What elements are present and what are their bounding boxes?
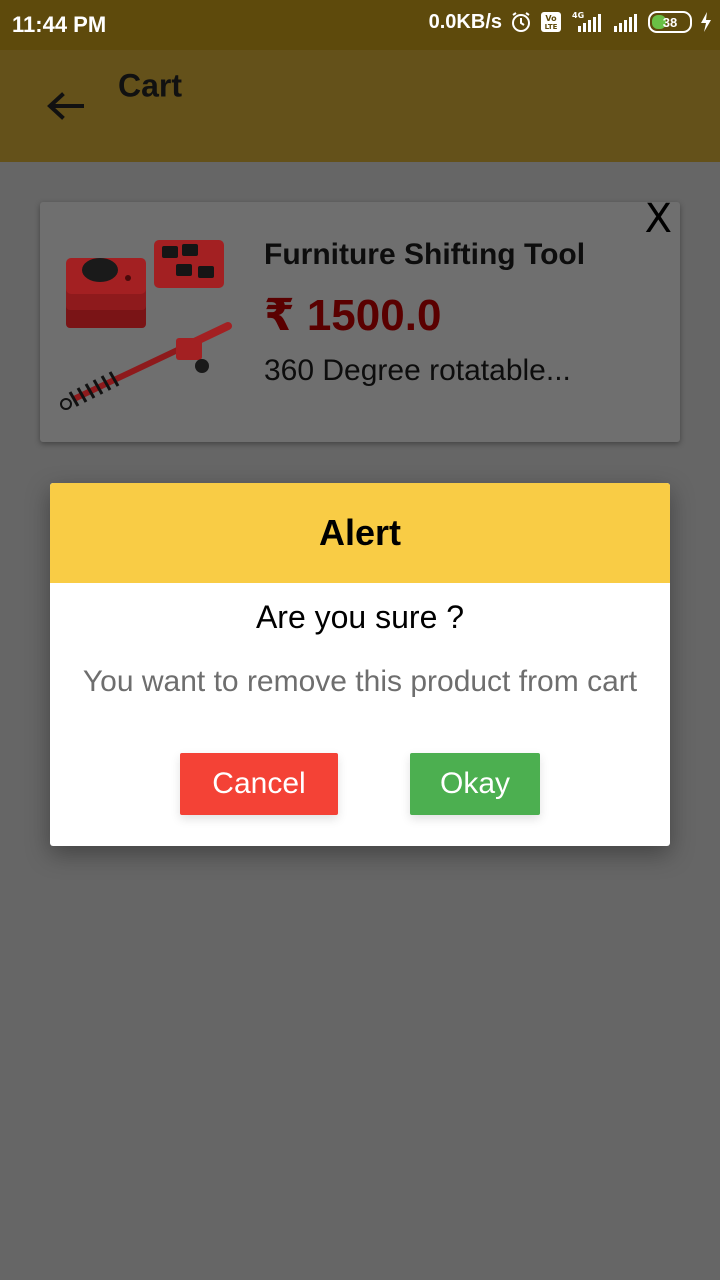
product-price: ₹ 1500.0 — [264, 291, 442, 340]
product-name: Furniture Shifting Tool — [264, 238, 586, 271]
net-speed: 0.0KB/s — [428, 10, 502, 33]
alert-dialog: Alert Are you sure ? You want to remove … — [50, 483, 670, 846]
cancel-button[interactable]: Cancel — [180, 753, 338, 815]
battery-level: 38 — [662, 14, 678, 30]
cart-screen: 11:44 PM 0.0KB/s Vo LTE 4G 38 Cart X Fur… — [0, 0, 720, 1280]
dialog-question: Are you sure ? — [255, 599, 465, 635]
dialog-title: Alert — [318, 512, 402, 553]
remove-item-button[interactable]: X — [645, 196, 672, 242]
product-image — [56, 228, 246, 418]
battery-icon: 38 — [648, 11, 692, 33]
product-description: 360 Degree rotatable... — [264, 354, 571, 387]
signal-4g-icon: 4G — [570, 10, 604, 34]
signal-icon — [612, 10, 640, 34]
dialog-message: You want to remove this product from car… — [82, 665, 638, 698]
app-bar — [0, 50, 720, 162]
status-icons: 0.0KB/s Vo LTE 4G 38 — [429, 10, 712, 34]
dialog-header: Alert — [50, 483, 670, 583]
status-time: 11:44 PM — [12, 12, 107, 37]
okay-button[interactable]: Okay — [410, 753, 540, 815]
cart-item-card[interactable]: X Furniture Shifting Tool ₹ 1500.0 360 D… — [40, 196, 680, 442]
svg-text:Vo: Vo — [545, 14, 557, 23]
status-bar: 11:44 PM 0.0KB/s Vo LTE 4G 38 — [0, 0, 720, 50]
volte-icon: Vo LTE — [540, 11, 562, 33]
svg-text:4G: 4G — [572, 11, 584, 20]
page-title: Cart — [118, 67, 183, 104]
svg-text:LTE: LTE — [545, 23, 558, 31]
charging-icon — [700, 11, 712, 33]
alarm-icon — [510, 11, 532, 33]
arrow-left-icon[interactable] — [44, 84, 88, 128]
